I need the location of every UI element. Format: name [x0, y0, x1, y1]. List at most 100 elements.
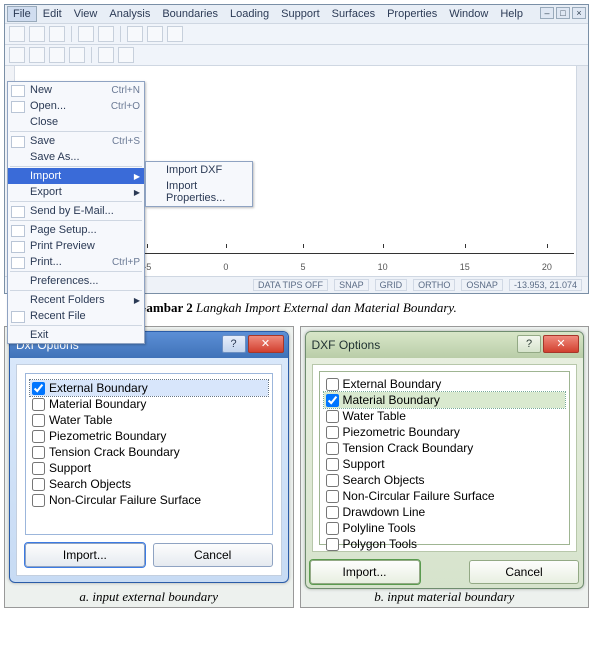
option-external-boundary[interactable]: External Boundary [324, 376, 566, 392]
cancel-button[interactable]: Cancel [153, 543, 273, 567]
checkbox[interactable] [326, 474, 339, 487]
help-button[interactable]: ? [222, 335, 246, 353]
menu-item-export[interactable]: Export [8, 184, 144, 200]
option-water-table[interactable]: Water Table [324, 408, 566, 424]
toolbar-button[interactable] [49, 47, 65, 63]
toolbar-button[interactable] [118, 47, 134, 63]
checkbox[interactable] [326, 538, 339, 551]
toolbar-button[interactable] [69, 47, 85, 63]
checkbox[interactable] [32, 398, 45, 411]
checkbox[interactable] [326, 506, 339, 519]
submenu-import-dxf[interactable]: Import DXF [146, 162, 252, 178]
option-external-boundary[interactable]: External Boundary [30, 380, 268, 396]
option-polyline-tools[interactable]: Polyline Tools [324, 520, 566, 536]
menu-properties[interactable]: Properties [381, 6, 443, 22]
menu-item-import[interactable]: Import [8, 168, 144, 184]
menu-item-exit[interactable]: Exit [8, 327, 144, 343]
checkbox[interactable] [326, 458, 339, 471]
option-material-boundary[interactable]: Material Boundary [30, 396, 268, 412]
checkbox[interactable] [326, 394, 339, 407]
checkbox[interactable] [32, 478, 45, 491]
menu-surfaces[interactable]: Surfaces [326, 6, 381, 22]
option-non-circular-failure[interactable]: Non-Circular Failure Surface [324, 488, 566, 504]
menu-item-print[interactable]: Print...Ctrl+P [8, 254, 144, 270]
checkbox[interactable] [32, 462, 45, 475]
checkbox[interactable] [32, 446, 45, 459]
menu-edit[interactable]: Edit [37, 6, 68, 22]
import-button[interactable]: Import... [310, 560, 420, 584]
dialog-b-title: DXF Options [312, 338, 381, 352]
menu-item-close[interactable]: Close [8, 114, 144, 130]
menu-item-save-as[interactable]: Save As... [8, 149, 144, 165]
checkbox[interactable] [32, 414, 45, 427]
menu-item-recent-folders[interactable]: Recent Folders [8, 292, 144, 308]
checkbox[interactable] [326, 490, 339, 503]
option-support[interactable]: Support [30, 460, 268, 476]
minimize-button[interactable]: – [540, 7, 554, 19]
toolbar-button[interactable] [147, 26, 163, 42]
toolbar-button[interactable] [9, 47, 25, 63]
toolbar-button[interactable] [167, 26, 183, 42]
tick: 15 [460, 262, 470, 272]
maximize-button[interactable]: □ [556, 7, 570, 19]
import-button[interactable]: Import... [25, 543, 145, 567]
option-non-circular-failure[interactable]: Non-Circular Failure Surface [30, 492, 268, 508]
checkbox[interactable] [326, 442, 339, 455]
checkbox[interactable] [32, 494, 45, 507]
menu-loading[interactable]: Loading [224, 6, 275, 22]
option-material-boundary[interactable]: Material Boundary [324, 392, 566, 408]
close-button[interactable]: × [572, 7, 586, 19]
menu-item-open[interactable]: Open...Ctrl+O [8, 98, 144, 114]
option-polygon-tools[interactable]: Polygon Tools [324, 536, 566, 552]
toolbar-button[interactable] [78, 26, 94, 42]
option-drawdown-line[interactable]: Drawdown Line [324, 504, 566, 520]
toolbar-button[interactable] [127, 26, 143, 42]
menu-item-new[interactable]: NewCtrl+N [8, 82, 144, 98]
option-support[interactable]: Support [324, 456, 566, 472]
close-button[interactable]: ✕ [543, 335, 579, 353]
toolbar-button[interactable] [9, 26, 25, 42]
cancel-button[interactable]: Cancel [469, 560, 579, 584]
status-grid[interactable]: GRID [375, 279, 408, 291]
menu-help[interactable]: Help [494, 6, 529, 22]
checkbox[interactable] [326, 522, 339, 535]
menu-item-print-preview[interactable]: Print Preview [8, 238, 144, 254]
menu-item-send-mail[interactable]: Send by E-Mail... [8, 203, 144, 219]
menu-support[interactable]: Support [275, 6, 326, 22]
close-button[interactable]: ✕ [248, 335, 284, 353]
option-piezometric-boundary[interactable]: Piezometric Boundary [324, 424, 566, 440]
menu-item-recent-file[interactable]: Recent File [8, 308, 144, 324]
checkbox[interactable] [326, 378, 339, 391]
toolbar-button[interactable] [29, 47, 45, 63]
checkbox[interactable] [32, 382, 45, 395]
checkbox[interactable] [326, 426, 339, 439]
menu-file[interactable]: File [7, 6, 37, 22]
page-setup-icon [11, 225, 25, 237]
menu-item-page-setup[interactable]: Page Setup... [8, 222, 144, 238]
menu-item-save[interactable]: SaveCtrl+S [8, 133, 144, 149]
dialog-b-titlebar[interactable]: DXF Options ? ✕ [306, 332, 584, 358]
status-ortho[interactable]: ORTHO [413, 279, 455, 291]
toolbar-button[interactable] [98, 47, 114, 63]
option-tension-crack-boundary[interactable]: Tension Crack Boundary [324, 440, 566, 456]
help-button[interactable]: ? [517, 335, 541, 353]
toolbar-button[interactable] [49, 26, 65, 42]
menu-window[interactable]: Window [443, 6, 494, 22]
scrollbar-vertical[interactable] [576, 66, 588, 276]
option-search-objects[interactable]: Search Objects [324, 472, 566, 488]
toolbar-button[interactable] [98, 26, 114, 42]
menu-boundaries[interactable]: Boundaries [156, 6, 224, 22]
toolbar-button[interactable] [29, 26, 45, 42]
checkbox[interactable] [32, 430, 45, 443]
checkbox[interactable] [326, 410, 339, 423]
option-tension-crack-boundary[interactable]: Tension Crack Boundary [30, 444, 268, 460]
option-water-table[interactable]: Water Table [30, 412, 268, 428]
option-search-objects[interactable]: Search Objects [30, 476, 268, 492]
menu-view[interactable]: View [68, 6, 104, 22]
submenu-import-properties[interactable]: Import Properties... [146, 178, 252, 206]
option-piezometric-boundary[interactable]: Piezometric Boundary [30, 428, 268, 444]
menu-item-preferences[interactable]: Preferences... [8, 273, 144, 289]
status-osnap[interactable]: OSNAP [461, 279, 503, 291]
status-snap[interactable]: SNAP [334, 279, 369, 291]
menu-analysis[interactable]: Analysis [103, 6, 156, 22]
